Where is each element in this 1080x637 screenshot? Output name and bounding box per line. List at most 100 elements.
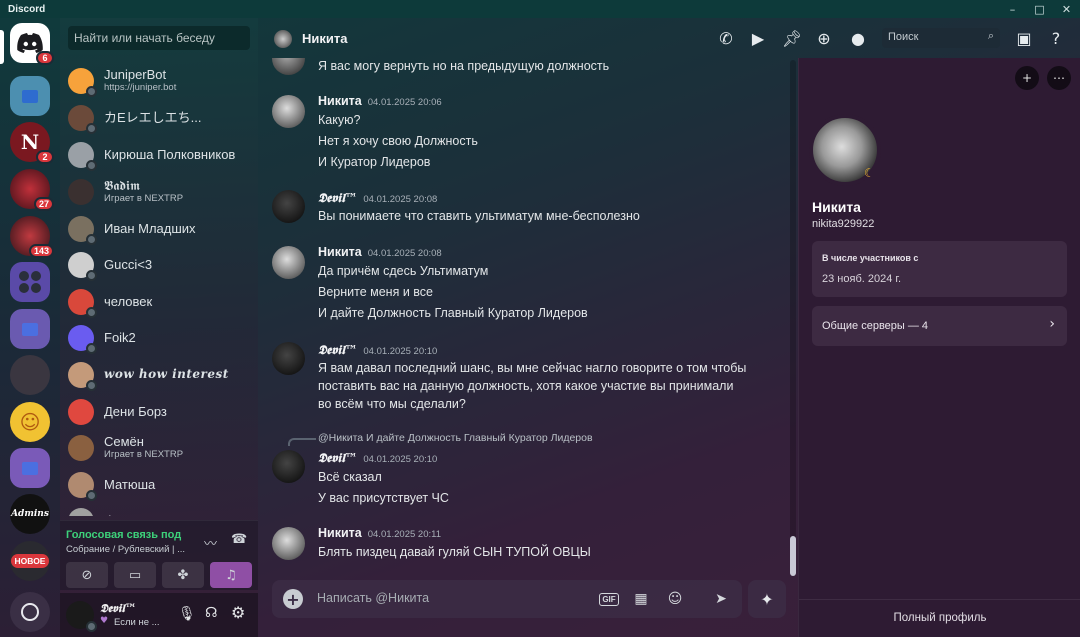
folder-icon [22,461,38,475]
voice-wave-icon[interactable]: 〰 [204,533,217,552]
dm-item-12[interactable]: Матюша [68,468,252,502]
server-folder-2[interactable] [10,309,50,349]
dm-subtitle: Играет в NEXTRP [104,449,184,460]
message-composer[interactable]: + Написать @Никита GIF ▦ ☺ ➤ [272,580,742,618]
status-dot [86,123,97,134]
message-avatar[interactable] [272,450,305,483]
server-143[interactable]: 143 [10,216,54,258]
server-blank[interactable] [10,355,50,395]
server-folder-1[interactable] [10,76,50,116]
message-avatar[interactable] [272,95,305,128]
chat-area: Никита ✆ ▶ 📌︎ ⊕ ● Поиск ⌕ ▣ ? Я вас могу… [258,18,1060,637]
server-admins[interactable]: Admins [10,494,50,534]
message-timestamp: 04.01.2025 20:11 [367,529,441,540]
user-profile-icon[interactable]: ● [848,28,868,48]
dm-item-11[interactable]: Семён Играет в NEXTRP [68,431,252,465]
message-text: Всё сказал [318,470,382,484]
apps-button[interactable]: ✦ [748,580,786,618]
activities-button[interactable]: ✤ [162,562,204,588]
status-dot [86,86,97,97]
help-icon[interactable]: ? [1046,28,1066,48]
user-profile-panel: + ⋯ ☾ Никита nikita929922 В числе участн… [798,58,1080,637]
message-author[interactable]: Никита 04.01.2025 20:08 [318,245,442,259]
message-text: поставить вас на данную должность, хотя … [318,379,734,393]
soundboard-button[interactable]: ♫ [210,562,252,588]
message-avatar[interactable] [272,190,305,223]
server-folder-3[interactable] [10,448,50,488]
message-avatar[interactable] [272,246,305,279]
server-new[interactable]: НОВОЕ [10,541,50,581]
server-grid-icon [19,271,41,293]
message-author[interactable]: 𝕯𝖊𝖛𝖎𝖑™ 04.01.2025 20:10 [318,450,437,466]
screen-share-button[interactable]: ▭ [114,562,156,588]
pin-icon[interactable]: 📌︎ [782,28,802,48]
dm-name: Семён [104,434,144,450]
microphone-icon[interactable]: 🎙︎ [178,606,196,622]
message-author[interactable]: 𝕯𝖊𝖛𝖎𝖑™ 04.01.2025 20:10 [318,342,437,358]
dm-item-4[interactable]: 𝕭𝖆𝖉𝖎𝖒 Играет в NEXTRP [68,175,252,209]
reply-preview[interactable]: @Никита И дайте Должность Главный Курато… [318,432,593,444]
member-since-date: 23 нояб. 2024 г. [822,273,902,285]
attach-plus-icon[interactable]: + [283,589,303,609]
user-avatar[interactable] [66,601,97,632]
more-options-icon[interactable]: ⋯ [1047,66,1071,90]
message-text: во всём что мы сделали? [318,397,466,411]
voice-channel-name[interactable]: Собрание / Рублевский | ... [66,544,185,555]
message-text: Какую? [318,113,361,127]
message-avatar[interactable] [272,527,305,560]
message-avatar[interactable] [272,58,305,75]
message-author[interactable]: Никита 04.01.2025 20:11 [318,526,441,540]
message-author[interactable]: 𝕯𝖊𝖛𝖎𝖑™ 04.01.2025 20:08 [318,190,437,206]
message-text: И Куратор Лидеров [318,155,431,169]
avatar [68,142,97,171]
dm-item-5[interactable]: Иван Младших [68,212,252,246]
gif-button[interactable]: GIF [598,588,620,610]
server-emoji[interactable]: ☺ [10,402,50,442]
dm-item-10[interactable]: Дени Борз [68,395,252,429]
emoji-icon[interactable]: ☺ [664,588,686,610]
home-button[interactable]: 6 [10,23,54,65]
message-text: Вы понимаете что ставить ультиматум мне-… [318,209,640,223]
dm-item-9[interactable]: wow how interest [68,358,252,392]
scrollbar-track[interactable] [790,60,796,576]
add-friend-icon[interactable]: + [1015,66,1039,90]
headphones-icon[interactable]: ☊ [205,605,217,621]
sticker-icon[interactable]: ▦ [630,588,652,610]
dm-search-input[interactable]: Найти или начать беседу [68,26,250,50]
dm-name: カEレエしエち... [104,109,202,125]
full-profile-link[interactable]: Полный профиль [799,599,1080,637]
search-input[interactable]: Поиск ⌕ [882,28,1000,48]
dm-item-6[interactable]: Gucci<3 [68,248,252,282]
close-window-button[interactable]: ✕ [1053,0,1080,18]
minimize-button[interactable]: – [999,0,1026,18]
inbox-icon[interactable]: ▣ [1014,28,1034,48]
server-27[interactable]: 27 [10,169,54,211]
dm-item-8[interactable]: Foik2 [68,321,252,355]
dm-item-juniperbot[interactable]: JuniperBot https://juniper.bot [68,64,252,98]
voice-call-icon[interactable]: ✆ [716,28,736,48]
server-admins-label: Admins [11,509,49,519]
scrollbar-thumb[interactable] [790,536,796,576]
maximize-button[interactable]: □ [1026,0,1053,18]
disconnect-call-icon[interactable]: ☎ [231,532,247,547]
explore-servers-button[interactable] [10,592,50,632]
mutual-servers-row[interactable]: Общие серверы — 4 › [812,306,1067,346]
server-cm[interactable] [10,262,50,302]
dm-item-13[interactable]: doo1122 [68,504,252,516]
member-since-label: В числе участников с [822,253,919,263]
settings-gear-icon[interactable]: ⚙ [231,603,245,622]
video-call-icon[interactable]: ▶ [748,28,768,48]
folder-icon [22,322,38,336]
reply-connector [288,438,316,446]
message-author[interactable]: Никита 04.01.2025 20:06 [318,94,442,108]
camera-off-button[interactable]: ⊘ [66,562,108,588]
dm-item-3[interactable]: Кирюша Полковников [68,138,252,172]
dm-item-2[interactable]: カEレエしエち... [68,101,252,135]
camera-off-icon: ⊘ [81,567,93,583]
dm-item-7[interactable]: человек [68,285,252,319]
send-icon[interactable]: ➤ [710,588,732,610]
message-avatar[interactable] [272,342,305,375]
avatar [68,325,97,354]
server-n[interactable]: N 2 [10,122,54,164]
add-friends-icon[interactable]: ⊕ [814,28,834,48]
